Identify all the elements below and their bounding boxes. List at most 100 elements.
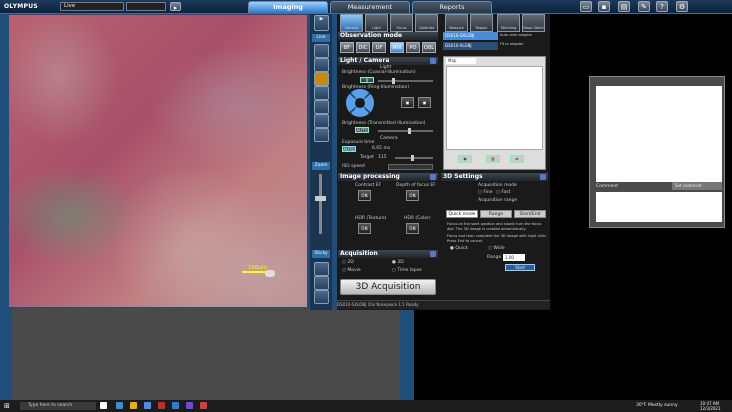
- monitor-icon[interactable]: ▭: [580, 1, 592, 12]
- tab-imaging[interactable]: Imaging: [248, 1, 328, 13]
- acq-movie-radio[interactable]: ○ Movie: [342, 268, 361, 273]
- config-icon[interactable]: ⚙: [676, 1, 688, 12]
- transmitted-slider[interactable]: [378, 128, 433, 134]
- tool-10-button[interactable]: [314, 290, 329, 304]
- tab-quick-mode[interactable]: Quick mode: [446, 210, 478, 218]
- brightness-coaxial-auto[interactable]: 0: [360, 77, 374, 83]
- windows-icon[interactable]: ⊞: [4, 402, 12, 410]
- collapse-icon[interactable]: [430, 58, 436, 64]
- ribbon-focus[interactable]: Focus: [390, 14, 413, 32]
- taskbar-search[interactable]: Type here to search: [20, 402, 96, 410]
- start-button[interactable]: Start: [505, 264, 535, 271]
- fast-radio[interactable]: ○ Fast: [496, 190, 510, 195]
- app-icon-2[interactable]: [172, 402, 179, 409]
- depth-ef-button[interactable]: ON: [406, 190, 419, 201]
- tool-6-button[interactable]: [314, 114, 329, 128]
- auto-slide-checkbox[interactable]: Auto slide adapter: [500, 33, 532, 37]
- obs-df-button[interactable]: DF: [372, 42, 386, 53]
- obs-mix-button[interactable]: MIX: [390, 42, 404, 53]
- tool-9-button[interactable]: [314, 276, 329, 290]
- clock-date[interactable]: 12/3/2021: [700, 406, 721, 411]
- slider-thumb[interactable]: [411, 155, 414, 161]
- ribbon-deep-stitch[interactable]: Deep Stitch: [522, 14, 545, 32]
- save-icon[interactable]: ▪: [598, 1, 610, 12]
- ribbon-region[interactable]: Region: [470, 14, 493, 32]
- weather-label[interactable]: 30°F Mostly sunny: [636, 403, 678, 408]
- tab-reports[interactable]: Reports: [412, 1, 492, 13]
- explorer-icon[interactable]: [130, 402, 137, 409]
- ribbon-measure[interactable]: Measure: [445, 14, 468, 32]
- slider-thumb[interactable]: [392, 78, 395, 84]
- chrome-icon[interactable]: [144, 402, 151, 409]
- transmitted-auto-button[interactable]: AUTO: [355, 127, 369, 133]
- target-slider[interactable]: [395, 155, 433, 161]
- collapse-icon[interactable]: [540, 174, 546, 180]
- tool-8-button[interactable]: [314, 262, 329, 276]
- obs-po-button[interactable]: PO: [406, 42, 420, 53]
- iso-select[interactable]: [388, 164, 433, 170]
- ribbon-light[interactable]: Light: [365, 14, 388, 32]
- help-icon[interactable]: ?: [656, 1, 668, 12]
- ring-all-button[interactable]: ▣: [401, 97, 414, 108]
- tab-start-end[interactable]: Start/End: [514, 210, 546, 218]
- map-button-3[interactable]: ⇄: [510, 155, 524, 163]
- map-button-2[interactable]: ▥: [486, 155, 500, 163]
- objective-tab-2[interactable]: DSX10-XLOBJ: [443, 42, 498, 50]
- set-comment-button[interactable]: Set comment: [672, 182, 722, 190]
- fit-adapter-checkbox[interactable]: Fit to adapter: [500, 42, 524, 46]
- print-icon[interactable]: ▤: [618, 1, 630, 12]
- obs-dic-button[interactable]: DIC: [356, 42, 370, 53]
- app-icon-1[interactable]: [158, 402, 165, 409]
- ribbon-camera[interactable]: Camera: [340, 14, 363, 32]
- fine-radio[interactable]: ○ Fine: [478, 190, 493, 195]
- tab-measurement[interactable]: Measurement: [330, 1, 410, 13]
- hdr-texture-button[interactable]: ON: [358, 223, 371, 234]
- ribbon-stitching[interactable]: Stitching: [497, 14, 520, 32]
- range-input[interactable]: 1.00: [503, 254, 525, 261]
- obs-obl-button[interactable]: OBL: [422, 42, 436, 53]
- collapse-icon[interactable]: [430, 251, 436, 257]
- collapse-icon[interactable]: [430, 174, 436, 180]
- play-icon[interactable]: ▸: [170, 2, 181, 12]
- map-button-1[interactable]: ◉: [458, 155, 472, 163]
- edge-icon[interactable]: [116, 402, 123, 409]
- zoom-slider[interactable]: [319, 174, 322, 234]
- ribbon-calibrate[interactable]: Calibrate: [415, 14, 438, 32]
- hdr-color-button[interactable]: ON: [406, 223, 419, 234]
- contrast-ef-button[interactable]: ON: [358, 190, 371, 201]
- tools-icon[interactable]: ✎: [638, 1, 650, 12]
- taskview-icon[interactable]: [100, 402, 107, 409]
- tool-7-button[interactable]: [314, 128, 329, 142]
- acq-3d-radio[interactable]: ● 3D: [392, 260, 404, 265]
- olympus-logo: OLYMPUS: [4, 3, 38, 10]
- app-icon-4[interactable]: [200, 402, 207, 409]
- mode-select[interactable]: Live: [60, 2, 124, 11]
- wide-radio[interactable]: ○ Wide: [488, 246, 505, 251]
- acq-2d-radio[interactable]: ○ 2D: [342, 260, 354, 265]
- obs-bf-button[interactable]: BF: [340, 42, 354, 53]
- zoom-thumb[interactable]: [315, 196, 326, 201]
- app-icon-3[interactable]: [186, 402, 193, 409]
- tool-5-button[interactable]: [314, 100, 329, 114]
- brightness-coaxial-slider[interactable]: [378, 78, 433, 84]
- map-tab[interactable]: Map: [446, 58, 476, 64]
- hdr-color-label: HDR (Color): [404, 216, 431, 221]
- tab-range[interactable]: Range: [480, 210, 512, 218]
- comment-field[interactable]: [596, 192, 722, 222]
- 3d-acquisition-button[interactable]: 3D Acquisition: [340, 279, 436, 295]
- tool-1-button[interactable]: [314, 44, 329, 58]
- mode-select-2[interactable]: [126, 2, 166, 11]
- ring-half-button[interactable]: ▣: [418, 97, 431, 108]
- slider-thumb[interactable]: [408, 128, 411, 134]
- imaging-2d-button[interactable]: ▶: [314, 15, 329, 31]
- tool-2-button[interactable]: [314, 58, 329, 72]
- scale-handle[interactable]: [265, 270, 275, 277]
- quick-radio[interactable]: ● Quick: [450, 246, 468, 251]
- map-view[interactable]: [446, 66, 543, 150]
- objective-tab-1[interactable]: DSX10-SXLOBJ: [443, 32, 498, 40]
- tool-4-button[interactable]: [314, 86, 329, 100]
- acq-timelapse-radio[interactable]: ○ Time lapse: [392, 268, 422, 273]
- exposure-auto-button[interactable]: AUTO: [342, 146, 356, 152]
- live-image[interactable]: [9, 15, 307, 307]
- tool-3-button[interactable]: [314, 72, 329, 86]
